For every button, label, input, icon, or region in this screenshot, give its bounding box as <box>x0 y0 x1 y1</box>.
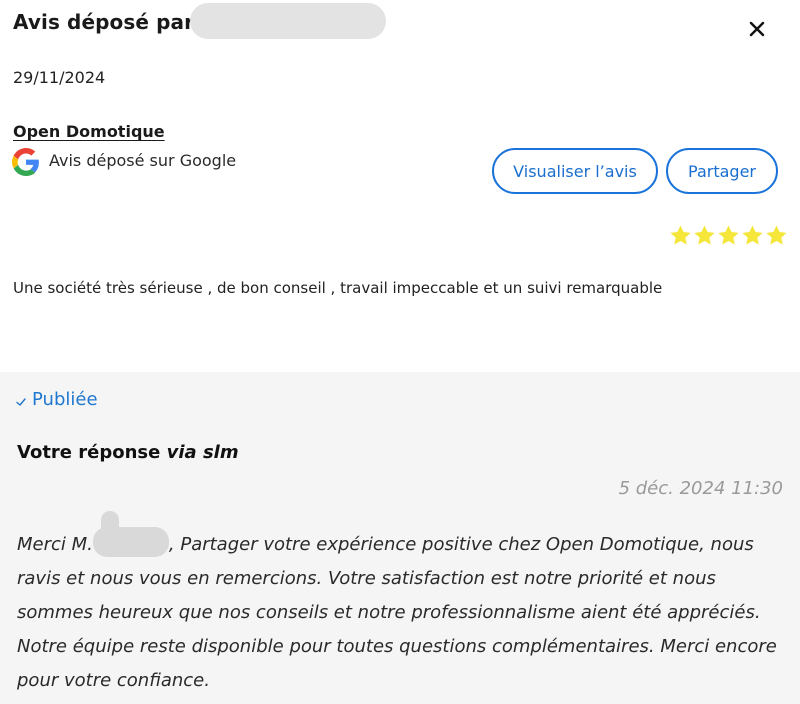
header: Avis déposé par <box>13 10 194 34</box>
response-title: Votre réponse via slm <box>17 442 239 463</box>
response-date: 5 déc. 2024 11:30 <box>618 478 783 499</box>
close-icon <box>749 21 765 37</box>
star-icon <box>694 225 715 245</box>
redacted-customer-name <box>92 511 169 557</box>
review-card: Avis déposé par 29/11/2024 Open Domotiqu… <box>0 0 800 372</box>
page-title: Avis déposé par <box>13 10 195 34</box>
redacted-author-name <box>190 3 386 39</box>
google-icon <box>12 148 39 176</box>
company-name[interactable]: Open Domotique <box>13 122 165 141</box>
star-icon <box>718 225 739 245</box>
response-title-prefix: Votre réponse <box>17 442 161 463</box>
source-label: Avis déposé sur Google <box>49 150 237 170</box>
response-title-via: via slm <box>166 442 239 463</box>
star-icon <box>766 225 787 245</box>
review-source: Avis déposé sur Google <box>12 148 236 176</box>
view-review-button[interactable]: Visualiser l’avis <box>492 148 658 194</box>
status-label: Publiée <box>32 389 98 410</box>
status-badge: Publiée <box>15 389 98 410</box>
response-text: Merci M., Partager votre expérience posi… <box>17 511 787 698</box>
response-body: , Partager votre expérience positive che… <box>17 534 777 691</box>
response-panel: Publiée Votre réponse via slm 5 déc. 202… <box>0 372 800 704</box>
star-icon <box>742 225 763 245</box>
review-text: Une société très sérieuse , de bon conse… <box>13 279 663 297</box>
star-icon <box>670 225 691 245</box>
close-button[interactable] <box>744 16 770 42</box>
review-date: 29/11/2024 <box>13 68 106 87</box>
star-rating <box>669 224 788 247</box>
check-icon <box>16 397 26 406</box>
share-button[interactable]: Partager <box>666 148 778 194</box>
response-greeting: Merci M. <box>17 534 93 555</box>
